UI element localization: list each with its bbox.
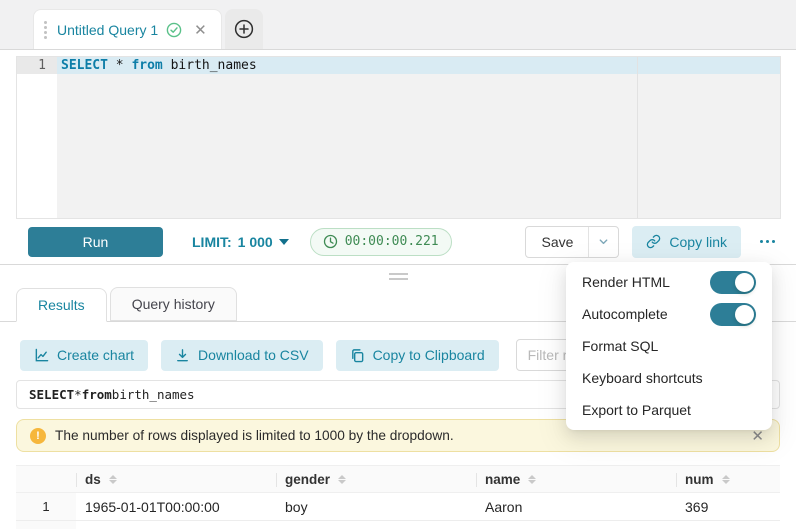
sort-icon[interactable] bbox=[109, 475, 117, 484]
row-index: 1 bbox=[16, 493, 76, 520]
warning-icon: ! bbox=[30, 428, 46, 444]
cell-gender: boy bbox=[276, 493, 476, 520]
sort-icon[interactable] bbox=[722, 475, 730, 484]
copy-link-button[interactable]: Copy link bbox=[632, 226, 741, 258]
sql-text: birth_names bbox=[112, 387, 195, 402]
tab-untitled-query[interactable]: Untitled Query 1 ✕ bbox=[33, 9, 222, 49]
download-csv-button[interactable]: Download to CSV bbox=[161, 340, 323, 371]
menu-item-keyboard-shortcuts[interactable]: Keyboard shortcuts bbox=[566, 362, 772, 394]
sql-text: * bbox=[108, 58, 131, 73]
sql-editor[interactable]: 1 SELECT * from birth_names bbox=[16, 56, 781, 219]
copy-clipboard-label: Copy to Clipboard bbox=[373, 347, 485, 363]
menu-item-render-html[interactable]: Render HTML bbox=[566, 266, 772, 298]
cell-name: Aaron bbox=[476, 493, 676, 520]
print-margin-line bbox=[637, 57, 638, 218]
limit-label: LIMIT: bbox=[192, 234, 232, 250]
table-row[interactable]: 1 1965-01-01T00:00:00 boy Aaron 369 bbox=[16, 493, 780, 521]
autocomplete-toggle[interactable] bbox=[710, 303, 756, 326]
menu-item-format-sql[interactable]: Format SQL bbox=[566, 330, 772, 362]
editor-gutter: 1 bbox=[17, 57, 57, 218]
alert-message: The number of rows displayed is limited … bbox=[55, 428, 740, 443]
menu-item-autocomplete[interactable]: Autocomplete bbox=[566, 298, 772, 330]
timer-value: 00:00:00.221 bbox=[345, 234, 439, 249]
sql-text: birth_names bbox=[163, 58, 257, 73]
copy-icon bbox=[350, 348, 365, 363]
plus-circle-icon bbox=[233, 18, 255, 40]
sql-toolbar: Run LIMIT: 1 000 00:00:00.221 Save Copy … bbox=[0, 219, 796, 265]
cell-ds: 1965-01-01T00:00:00 bbox=[76, 493, 276, 520]
tab-query-history[interactable]: Query history bbox=[110, 287, 237, 321]
row-index-header bbox=[16, 466, 76, 492]
close-icon[interactable]: ✕ bbox=[194, 21, 207, 39]
run-button[interactable]: Run bbox=[28, 227, 163, 257]
sort-icon[interactable] bbox=[528, 475, 536, 484]
copy-link-label: Copy link bbox=[669, 234, 727, 250]
ellipsis-icon bbox=[760, 240, 763, 243]
cell-num: 369 bbox=[676, 493, 780, 520]
check-circle-icon bbox=[166, 22, 182, 38]
copy-clipboard-button[interactable]: Copy to Clipboard bbox=[336, 340, 499, 371]
editor-code-area[interactable]: SELECT * from birth_names bbox=[57, 57, 780, 218]
add-tab-button[interactable] bbox=[225, 9, 263, 49]
sort-icon[interactable] bbox=[338, 475, 346, 484]
limit-value: 1 000 bbox=[238, 234, 273, 250]
tab-label: Untitled Query 1 bbox=[57, 22, 158, 38]
menu-item-export-parquet[interactable]: Export to Parquet bbox=[566, 394, 772, 426]
table-header-row: ds gender name num bbox=[16, 465, 780, 493]
results-table: ds gender name num 1 1965-01-01T00:00:00… bbox=[16, 465, 780, 529]
code-line: SELECT * from birth_names bbox=[57, 57, 780, 74]
limit-dropdown[interactable]: LIMIT: 1 000 bbox=[192, 234, 289, 250]
column-header-ds[interactable]: ds bbox=[76, 466, 276, 492]
render-html-toggle[interactable] bbox=[710, 271, 756, 294]
chevron-down-icon bbox=[598, 236, 609, 247]
save-options-button[interactable] bbox=[588, 227, 618, 257]
column-header-num[interactable]: num bbox=[676, 466, 780, 492]
download-csv-label: Download to CSV bbox=[198, 347, 309, 363]
column-header-name[interactable]: name bbox=[476, 466, 676, 492]
create-chart-label: Create chart bbox=[57, 347, 134, 363]
clock-icon bbox=[323, 234, 338, 249]
create-chart-button[interactable]: Create chart bbox=[20, 340, 148, 371]
link-icon bbox=[646, 234, 661, 249]
tab-results[interactable]: Results bbox=[16, 288, 107, 322]
sql-keyword: SELECT bbox=[29, 387, 74, 402]
drag-grip-icon[interactable] bbox=[44, 21, 49, 39]
query-tab-bar: Untitled Query 1 ✕ bbox=[0, 0, 796, 50]
more-options-button[interactable] bbox=[754, 229, 780, 255]
query-timer: 00:00:00.221 bbox=[310, 228, 452, 256]
sql-keyword: from bbox=[82, 387, 112, 402]
download-icon bbox=[175, 348, 190, 363]
column-header-gender[interactable]: gender bbox=[276, 466, 476, 492]
sql-text: * bbox=[74, 387, 82, 402]
options-menu: Render HTML Autocomplete Format SQL Keyb… bbox=[566, 262, 772, 430]
line-number: 1 bbox=[17, 57, 57, 74]
sql-keyword: SELECT bbox=[61, 58, 108, 73]
save-button[interactable]: Save bbox=[526, 227, 588, 257]
sql-keyword: from bbox=[131, 58, 162, 73]
chart-icon bbox=[34, 348, 49, 363]
caret-down-icon bbox=[279, 239, 289, 245]
save-split-button: Save bbox=[525, 226, 619, 258]
table-row-partial bbox=[16, 521, 780, 529]
